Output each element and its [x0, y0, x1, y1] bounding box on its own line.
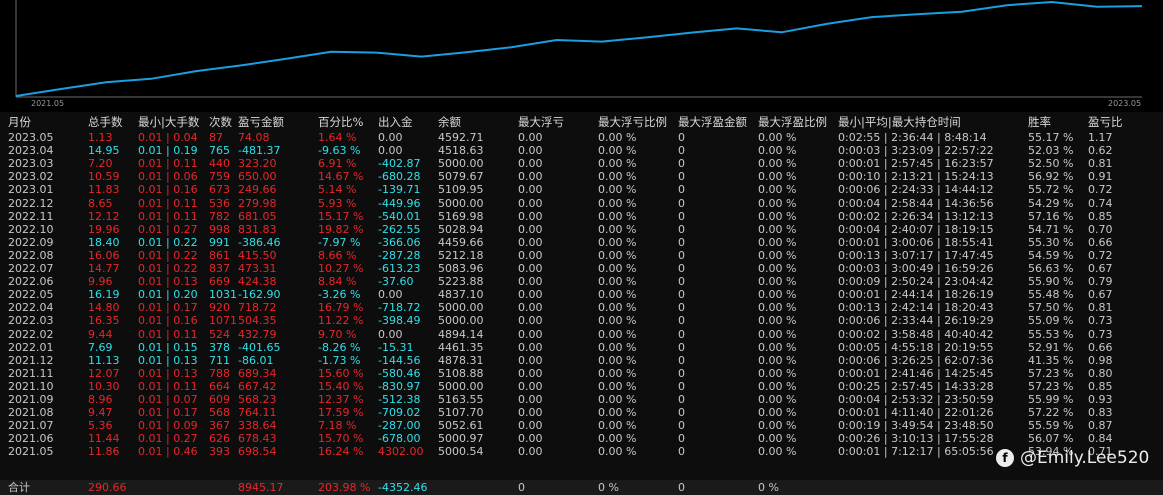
header-percent: 百分比% — [318, 115, 364, 129]
total-max-float-loss: 0 — [518, 481, 525, 494]
header-month: 月份 — [8, 115, 31, 129]
facebook-icon: f — [996, 449, 1014, 467]
cell-min-max-hands: 0.01 | 0.46 — [138, 445, 198, 459]
cell-hold-time: 0:00:01 | 7:12:17 | 65:05:56 — [838, 445, 994, 459]
total-max-float-profit-ratio: 0 % — [758, 481, 779, 494]
cell-total-hands: 11.86 — [88, 445, 120, 459]
chart-end-date: 2023.05 — [1108, 99, 1142, 108]
header-win-rate: 胜率 — [1028, 115, 1051, 129]
watermark-text: @Emily.Lee520 — [1020, 448, 1150, 468]
equity-curve-line — [15, 0, 1143, 97]
cell-in-out: 4302.00 — [378, 445, 424, 459]
table-header: 月份 总手数 最小|大手数 次数 盈亏金额 百分比% 出入金 余额 最大浮亏 最… — [0, 115, 1163, 130]
header-balance: 余额 — [438, 115, 461, 129]
total-percent: 203.98 % — [318, 481, 371, 494]
header-profit-factor: 盈亏比 — [1088, 115, 1123, 129]
total-hands: 290.66 — [88, 481, 127, 494]
table-row: 2021.05 11.86 0.01 | 0.46 393 698.54 16.24 % 4… — [0, 444, 1163, 459]
cell-percent: 16.24 % — [318, 445, 364, 459]
cell-pnl: 698.54 — [238, 445, 277, 459]
header-max-float-profit-ratio: 最大浮盈比例 — [758, 115, 827, 129]
monthly-stats-table: 月份 总手数 最小|大手数 次数 盈亏金额 百分比% 出入金 余额 最大浮亏 最… — [0, 112, 1163, 495]
total-pnl: 8945.17 — [238, 481, 284, 494]
total-label: 合计 — [8, 481, 30, 494]
cell-max-float-loss: 0.00 — [518, 445, 543, 459]
cell-max-float-profit-ratio: 0.00 % — [758, 445, 797, 459]
total-max-float-loss-ratio: 0 % — [598, 481, 619, 494]
cell-count: 393 — [209, 445, 230, 459]
table-total-row: 合计 290.66 8945.17 203.98 % -4352.46 0 0 … — [0, 480, 1163, 495]
header-max-float-loss: 最大浮亏 — [518, 115, 564, 129]
header-pnl: 盈亏金额 — [238, 115, 284, 129]
header-total-hands: 总手数 — [88, 115, 123, 129]
header-max-float-profit: 最大浮盈金额 — [678, 115, 747, 129]
equity-chart-panel: 2021.05 2023.05 — [0, 0, 1163, 112]
header-count: 次数 — [209, 115, 232, 129]
header-max-float-loss-ratio: 最大浮亏比例 — [598, 115, 667, 129]
header-min-max-hands: 最小|大手数 — [138, 115, 200, 129]
cell-max-float-loss-ratio: 0.00 % — [598, 445, 637, 459]
cell-balance: 5000.54 — [438, 445, 484, 459]
chart-start-date: 2021.05 — [31, 99, 65, 108]
cell-month: 2021.05 — [8, 445, 54, 459]
watermark: f @Emily.Lee520 — [996, 448, 1149, 468]
header-hold-time: 最小|平均|最大持仓时间 — [838, 115, 961, 129]
equity-curve-chart — [15, 0, 1143, 98]
total-max-float-profit: 0 — [678, 481, 685, 494]
total-in-out: -4352.46 — [378, 481, 428, 494]
header-in-out: 出入金 — [378, 115, 413, 129]
cell-max-float-profit: 0 — [678, 445, 685, 459]
